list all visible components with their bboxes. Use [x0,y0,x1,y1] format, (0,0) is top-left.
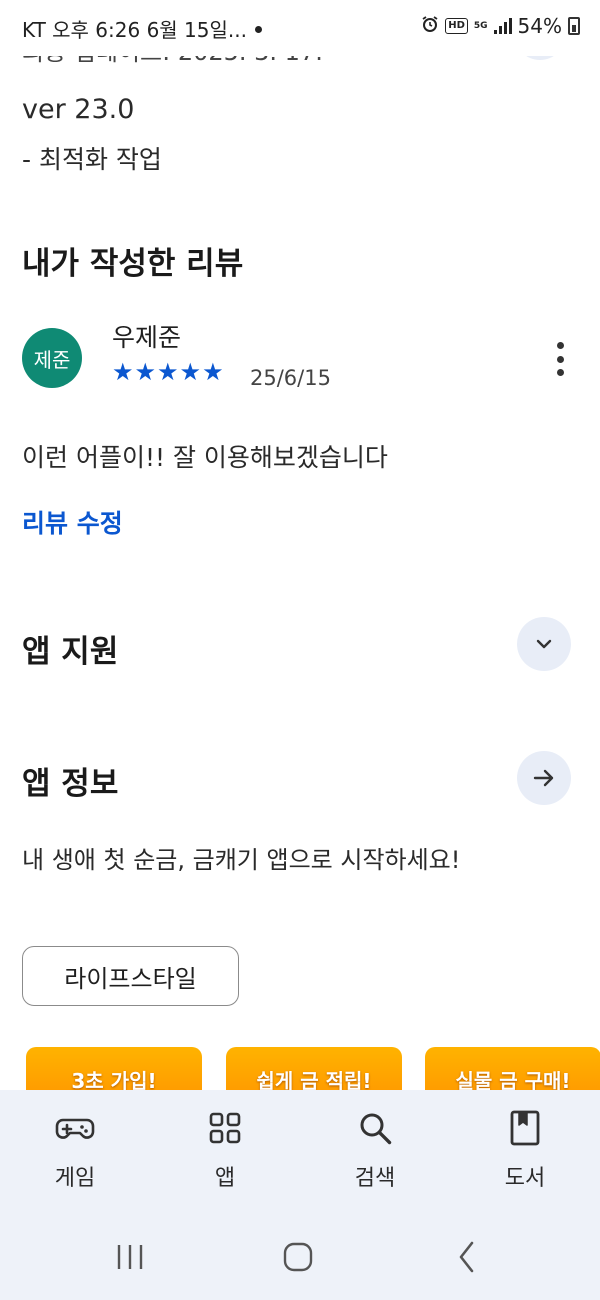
search-icon [360,1113,392,1145]
app-info-title[interactable]: 앱 정보 [22,758,118,803]
reviewer-name: 우제준 [112,323,182,352]
open-app-info-button[interactable] [517,751,571,805]
battery-percent: 54% [517,14,562,38]
star-icon: ★ [202,358,224,386]
nav-label-books: 도서 [504,1166,546,1191]
review-date: 25/6/15 [250,366,331,390]
apps-grid-icon [209,1112,241,1144]
review-text: 이런 어플이!! 잘 이용해보겠습니다 [22,443,388,472]
bottom-navigation: 게임 앱 검색 도서 [0,1090,600,1300]
more-options-icon[interactable] [554,342,566,376]
arrow-right-icon [533,769,554,787]
avatar-initials: 제준 [33,347,71,372]
nav-label-games: 게임 [54,1166,96,1191]
notification-dot-icon [254,26,262,33]
expand-app-support-button[interactable] [517,617,571,671]
recent-apps-icon[interactable] [110,1237,150,1277]
my-review-title: 내가 작성한 리뷰 [22,246,244,282]
nav-label-apps: 앱 [214,1166,236,1191]
chevron-down-icon [536,639,552,649]
network-5g-icon: 5G [473,21,488,31]
status-bar: KT 오후 6:26 6월 15일... HD 5G 54% [0,0,600,56]
app-description: 내 생애 첫 순금, 금캐기 앱으로 시작하세요! [22,846,461,874]
hd-voice-icon: HD [445,18,468,34]
gamepad-icon [55,1118,95,1139]
version-note: - 최적화 작업 [22,145,162,174]
star-icon: ★ [179,358,202,386]
avatar: 제준 [22,328,82,388]
edit-review-link[interactable]: 리뷰 수정 [22,504,123,540]
app-support-title[interactable]: 앱 지원 [22,626,118,671]
book-icon [510,1110,540,1146]
nav-label-search: 검색 [354,1166,396,1191]
battery-icon [568,17,580,35]
star-icon: ★ [134,358,157,386]
star-icon: ★ [112,358,134,386]
alarm-icon [421,14,439,38]
category-chip[interactable]: 라이프스타일 [22,946,239,1006]
back-icon[interactable] [448,1237,488,1277]
star-icon: ★ [157,358,179,386]
nav-item-search[interactable]: 검색 [320,1108,430,1208]
star-rating: ★ ★ ★ ★ ★ [112,358,224,386]
system-navigation-bar [0,1215,600,1300]
nav-item-apps[interactable]: 앱 [170,1108,280,1208]
nav-item-games[interactable]: 게임 [20,1108,130,1208]
signal-strength-icon [493,18,512,34]
nav-item-books[interactable]: 도서 [470,1108,580,1208]
home-icon[interactable] [278,1237,318,1277]
version-text: ver 23.0 [22,94,135,125]
status-time-date: KT 오후 6:26 6월 15일... [22,18,247,42]
